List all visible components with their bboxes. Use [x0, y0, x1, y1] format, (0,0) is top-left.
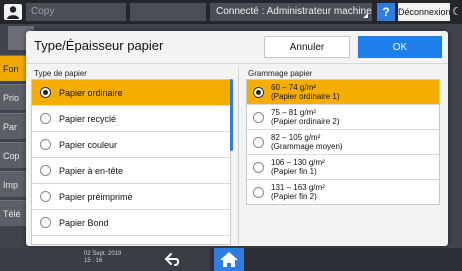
radio-button-icon — [40, 191, 51, 202]
radio-button-icon — [40, 165, 51, 176]
home-button[interactable] — [214, 248, 244, 271]
weight-range: 82 – 105 g/m² — [271, 133, 321, 142]
background-tab[interactable]: Télé — [0, 200, 26, 226]
background-tab[interactable]: Fon — [0, 55, 26, 81]
paper-type-item[interactable]: Papier couleur — [32, 132, 230, 158]
login-status-text: Connecté : Administrateur machine — [216, 6, 372, 17]
radio-button-icon — [253, 186, 264, 198]
energy-saver-moon-icon[interactable]: ☾ — [452, 3, 462, 21]
date-text: 02 Sept. 2019 — [84, 251, 122, 257]
paper-weight-item[interactable]: 131 – 163 g/m² (Papier fin 2) — [247, 180, 439, 204]
weight-name: (Grammage moyen) — [271, 142, 343, 151]
dialog-title: Type/Épaisseur papier — [34, 38, 164, 53]
paper-weight-item[interactable]: 106 – 130 g/m² (Papier fin 1) — [247, 155, 439, 180]
radio-button-icon — [40, 113, 51, 124]
help-button[interactable]: ? — [377, 3, 395, 21]
paper-type-item[interactable]: Papier préimprimé — [32, 184, 230, 210]
back-arrow-icon[interactable] — [160, 251, 184, 268]
paper-type-header: Type de papier — [34, 69, 87, 78]
weight-name: (Papier fin 1) — [271, 167, 317, 176]
radio-button-icon — [253, 86, 264, 98]
paper-type-label: Papier à en-tête — [59, 165, 124, 176]
login-status[interactable]: Connecté : Administrateur machine — [210, 3, 372, 21]
status-field-blank — [130, 3, 206, 21]
background-tab[interactable]: Prio — [0, 84, 26, 110]
paper-weight-text: 131 – 163 g/m² (Papier fin 2) — [271, 183, 325, 201]
paper-weight-item[interactable]: 75 – 81 g/m² (Papier ordinaire 2) — [247, 105, 439, 130]
paper-type-label: Papier couleur — [59, 139, 118, 150]
radio-button-icon — [253, 161, 264, 173]
background-tab[interactable]: Imp — [0, 171, 26, 197]
paper-type-item[interactable]: Papier ordinaire — [32, 80, 230, 106]
paper-type-item[interactable]: Papier recyclé — [32, 106, 230, 132]
paper-type-list[interactable]: Papier ordinaire Papier recyclé Papier cou… — [31, 79, 231, 245]
expand-corner-icon — [363, 13, 368, 18]
paper-weight-text: 60 – 74 g/m² (Papier ordinaire 1) — [271, 83, 339, 101]
paper-weight-text: 106 – 130 g/m² (Papier fin 1) — [271, 158, 325, 176]
weight-range: 106 – 130 g/m² — [271, 158, 325, 167]
time-text: 15 : 16 — [84, 258, 103, 264]
background-tab[interactable]: Par — [0, 113, 26, 139]
weight-range: 60 – 74 g/m² — [271, 83, 316, 92]
title-divider — [26, 63, 448, 64]
radio-button-icon — [40, 87, 51, 98]
weight-range: 131 – 163 g/m² — [271, 183, 325, 192]
date-time: 02 Sept. 2019 15 : 16 — [84, 251, 121, 265]
paper-weight-text: 82 – 105 g/m² (Grammage moyen) — [271, 133, 343, 151]
home-icon — [220, 252, 238, 267]
radio-button-icon — [253, 136, 264, 148]
paper-type-item[interactable]: Papier à en-tête — [32, 158, 230, 184]
scrollbar[interactable] — [230, 79, 233, 151]
paper-weight-item[interactable]: 60 – 74 g/m² (Papier ordinaire 1) — [247, 80, 439, 105]
paper-weight-list[interactable]: 60 – 74 g/m² (Papier ordinaire 1) 75 – 81 … — [246, 79, 440, 205]
paper-type-label: Papier Bond — [59, 217, 109, 228]
ok-button[interactable]: OK — [358, 36, 442, 58]
radio-button-icon — [253, 111, 264, 123]
app-name: Copy — [26, 3, 126, 21]
background-tab[interactable]: Cop — [0, 142, 26, 168]
weight-name: (Papier fin 2) — [271, 192, 317, 201]
paper-type-item[interactable]: Papier Bond — [32, 210, 230, 236]
radio-button-icon — [40, 217, 51, 228]
weight-name: (Papier ordinaire 1) — [271, 92, 340, 101]
weight-range: 75 – 81 g/m² — [271, 108, 316, 117]
paper-type-dialog: Type/Épaisseur papier Annuler OK Type de… — [26, 31, 448, 246]
paper-weight-header: Grammage papier — [248, 69, 313, 78]
weight-name: (Papier ordinaire 2) — [271, 117, 340, 126]
paper-weight-text: 75 – 81 g/m² (Papier ordinaire 2) — [271, 108, 339, 126]
user-icon[interactable] — [4, 4, 22, 20]
bottom-bar: 02 Sept. 2019 15 : 16 — [0, 248, 462, 271]
paper-weight-item[interactable]: 82 – 105 g/m² (Grammage moyen) — [247, 130, 439, 155]
top-status-bar: Copy Connecté : Administrateur machine ?… — [0, 0, 462, 24]
paper-type-label: Papier ordinaire — [59, 87, 123, 98]
paper-type-label: Papier recyclé — [59, 113, 117, 124]
cancel-button[interactable]: Annuler — [264, 36, 350, 58]
paper-type-label: Papier préimprimé — [59, 191, 133, 202]
column-divider — [238, 67, 239, 245]
logout-button[interactable]: Déconnexion — [398, 3, 451, 21]
radio-button-icon — [40, 139, 51, 150]
